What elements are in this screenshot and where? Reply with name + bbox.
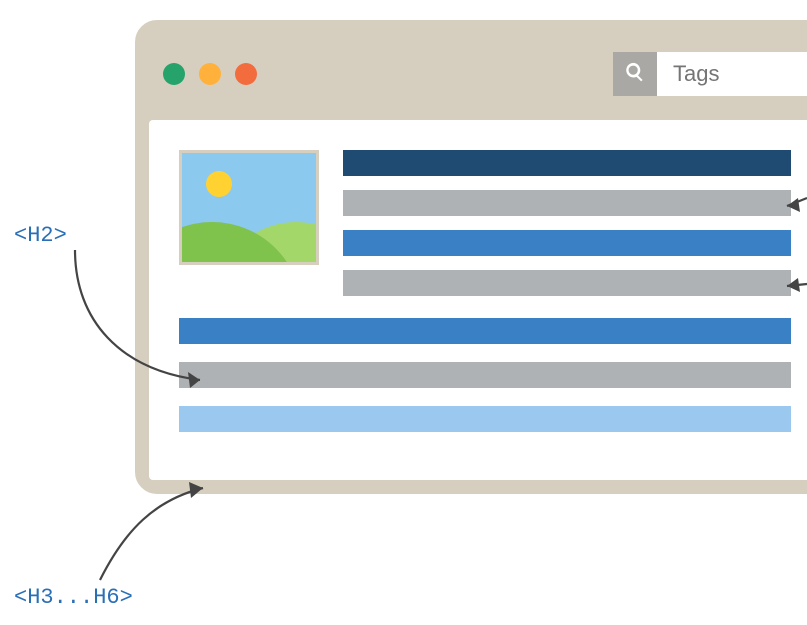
h3-bar xyxy=(179,406,791,432)
h1-bar xyxy=(343,150,791,176)
text-bar xyxy=(179,362,791,388)
body-text-block xyxy=(179,318,791,432)
h3-h6-label: <H3...H6> xyxy=(14,585,133,610)
titlebar xyxy=(149,34,807,114)
sun-icon xyxy=(206,171,232,197)
maximize-icon[interactable] xyxy=(235,63,257,85)
text-bar xyxy=(343,190,791,216)
h2-bar xyxy=(343,230,791,256)
search-button[interactable] xyxy=(613,52,657,96)
browser-window xyxy=(135,20,807,494)
traffic-lights xyxy=(163,63,257,85)
text-bar xyxy=(343,270,791,296)
close-icon[interactable] xyxy=(163,63,185,85)
search-box xyxy=(613,52,807,96)
minimize-icon[interactable] xyxy=(199,63,221,85)
top-text-block xyxy=(343,150,791,296)
h2-bar xyxy=(179,318,791,344)
page-viewport xyxy=(149,120,807,480)
search-icon xyxy=(624,61,646,88)
content-image xyxy=(179,150,319,265)
search-input[interactable] xyxy=(657,52,807,96)
arrow-h3-h6 xyxy=(85,480,215,590)
h2-label: <H2> xyxy=(14,223,67,248)
